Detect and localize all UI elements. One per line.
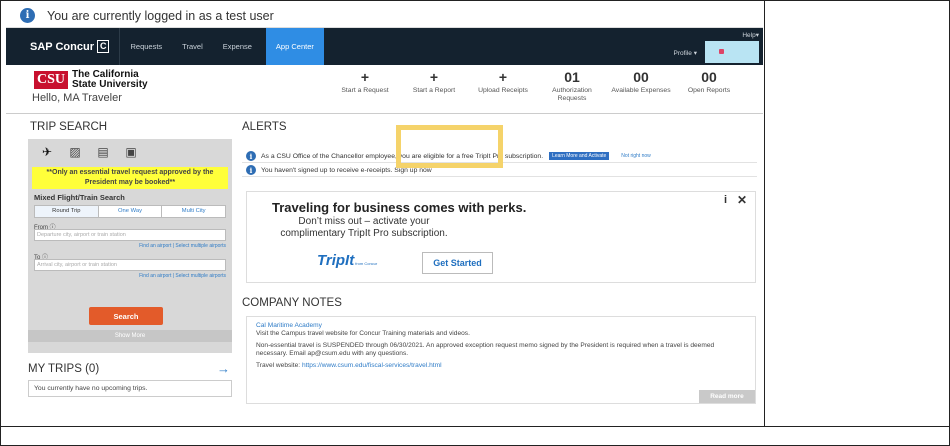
- csu-logo-text: The California State University: [72, 70, 148, 90]
- nav-app-center[interactable]: App Center: [265, 28, 324, 65]
- tab-round-trip[interactable]: Round Trip: [35, 206, 99, 217]
- profile-menu[interactable]: Profile ▾: [674, 49, 698, 57]
- learn-more-button[interactable]: Learn More and Activate: [549, 152, 610, 160]
- concur-screenshot: i You are currently logged in as a test …: [6, 4, 763, 426]
- plus-icon: +: [360, 69, 370, 85]
- quick-upload-receipts[interactable]: + Upload Receipts: [471, 69, 535, 95]
- no-trips-message: You currently have no upcoming trips.: [28, 380, 232, 397]
- nav-right: Help▾ Profile ▾: [674, 28, 764, 65]
- quick-count: 00: [633, 69, 649, 85]
- my-trips-header: MY TRIPS (0) →: [28, 361, 232, 376]
- notes-website: Travel website: https://www.csum.edu/fis…: [256, 362, 746, 370]
- plus-icon: +: [429, 69, 439, 85]
- quick-available-expenses[interactable]: 00 Available Expenses: [609, 69, 673, 95]
- frame-divider-vertical: [764, 0, 765, 427]
- trip-search-title: TRIP SEARCH: [30, 121, 108, 133]
- quick-start-report[interactable]: + Start a Report: [402, 69, 466, 95]
- nav-expense[interactable]: Expense: [213, 28, 262, 65]
- essential-travel-notice: **Only an essential travel request appro…: [32, 167, 228, 189]
- quick-authorization-requests[interactable]: 01 Authorization Requests: [540, 69, 604, 103]
- top-nav: SAP Concur C Requests Travel Expense App…: [6, 28, 763, 65]
- home-header: CSU The California State University Hell…: [6, 65, 763, 114]
- search-button[interactable]: Search: [89, 307, 163, 325]
- quick-label: Authorization Requests: [552, 87, 592, 102]
- profile-avatar[interactable]: [705, 40, 759, 63]
- info-icon: i: [246, 165, 256, 175]
- to-airport-links[interactable]: Find an airport | Select multiple airpor…: [139, 273, 226, 279]
- quick-label: Start a Request: [341, 87, 389, 94]
- csu-logo-mark: CSU: [34, 71, 69, 89]
- info-icon: i: [20, 8, 35, 23]
- company-notes-title: COMPANY NOTES: [242, 297, 342, 309]
- greeting: Hello, MA Traveler: [32, 92, 122, 104]
- website-label: Travel website:: [256, 362, 302, 369]
- quick-start-request[interactable]: + Start a Request: [333, 69, 397, 95]
- tab-multi-city[interactable]: Multi City: [162, 206, 225, 217]
- info-icon[interactable]: i: [724, 194, 727, 206]
- left-column: TRIP SEARCH ✈ ▨ ▤ ▣ **Only an essential …: [6, 114, 233, 426]
- nav-requests[interactable]: Requests: [120, 28, 172, 65]
- get-started-button[interactable]: Get Started: [422, 252, 493, 274]
- from-airport-links[interactable]: Find an airport | Select multiple airpor…: [139, 243, 226, 249]
- frame-divider-horizontal: [0, 426, 950, 427]
- promo-subtitle: Don’t miss out – activate your complimen…: [280, 216, 448, 239]
- read-more-button[interactable]: Read more: [699, 390, 755, 403]
- quick-count: 00: [701, 69, 717, 85]
- hotel-icon[interactable]: ▤: [94, 145, 112, 159]
- brand-logo[interactable]: SAP Concur C: [30, 40, 110, 53]
- quick-count: 01: [564, 69, 580, 85]
- tripit-promo: Traveling for business comes with perks.…: [246, 191, 756, 283]
- csu-logo: CSU The California State University: [34, 70, 148, 90]
- car-icon[interactable]: ▨: [66, 145, 84, 159]
- tripit-logo-text: TripIt: [317, 252, 355, 269]
- quick-label: Open Reports: [687, 87, 731, 94]
- notes-school: Cal Maritime Academy: [256, 322, 322, 329]
- company-notes: Cal Maritime Academy Visit the Campus tr…: [246, 316, 756, 404]
- csu-logo-line2: State University: [72, 79, 148, 90]
- mixed-search-label: Mixed Flight/Train Search: [34, 193, 125, 202]
- notes-line2: Non-essential travel is SUSPENDED throug…: [256, 342, 715, 357]
- not-right-now-link[interactable]: Not right now: [621, 153, 650, 159]
- close-icon[interactable]: ✕: [737, 193, 747, 207]
- my-trips-title: MY TRIPS (0): [28, 362, 100, 375]
- trip-type-tabs: Round Trip One Way Multi City: [34, 205, 226, 218]
- arrival-input[interactable]: Arrival city, airport or train station: [34, 259, 226, 271]
- quick-label: Upload Receipts: [478, 87, 528, 94]
- quick-open-reports[interactable]: 00 Open Reports: [677, 69, 741, 95]
- train-icon[interactable]: ▣: [122, 145, 140, 159]
- flight-train-icon[interactable]: ✈: [38, 145, 56, 159]
- info-icon: i: [246, 151, 256, 161]
- help-menu[interactable]: Help▾: [742, 31, 759, 39]
- tripit-logo: TripItfrom Concur: [317, 252, 377, 269]
- nav-travel[interactable]: Travel: [172, 28, 213, 65]
- quick-label: Available Expenses: [611, 87, 671, 94]
- test-user-banner: i You are currently logged in as a test …: [6, 4, 763, 28]
- promo-title: Traveling for business comes with perks.: [272, 200, 527, 215]
- trip-search-panel: ✈ ▨ ▤ ▣ **Only an essential travel reque…: [28, 139, 232, 353]
- test-user-text: You are currently logged in as a test us…: [47, 8, 274, 23]
- brand-name: SAP Concur: [30, 40, 94, 53]
- departure-input[interactable]: Departure city, airport or train station: [34, 229, 226, 241]
- show-more-button[interactable]: Show More: [28, 330, 232, 342]
- right-column: ALERTS i As a CSU Office of the Chancell…: [242, 114, 757, 426]
- travel-mode-row: ✈ ▨ ▤ ▣: [28, 139, 232, 165]
- travel-website-link[interactable]: https://www.csum.edu/fiscal-services/tra…: [302, 362, 442, 369]
- plus-icon: +: [498, 69, 508, 85]
- highlight-box: [396, 125, 503, 168]
- brand-mark: C: [96, 40, 110, 53]
- arrow-right-icon[interactable]: →: [217, 361, 230, 376]
- quick-label: Start a Report: [412, 87, 456, 94]
- notes-line1: Visit the Campus travel website for Conc…: [256, 330, 470, 337]
- alerts-title: ALERTS: [242, 121, 287, 133]
- tripit-logo-sub: from Concur: [355, 261, 378, 266]
- tab-one-way[interactable]: One Way: [99, 206, 163, 217]
